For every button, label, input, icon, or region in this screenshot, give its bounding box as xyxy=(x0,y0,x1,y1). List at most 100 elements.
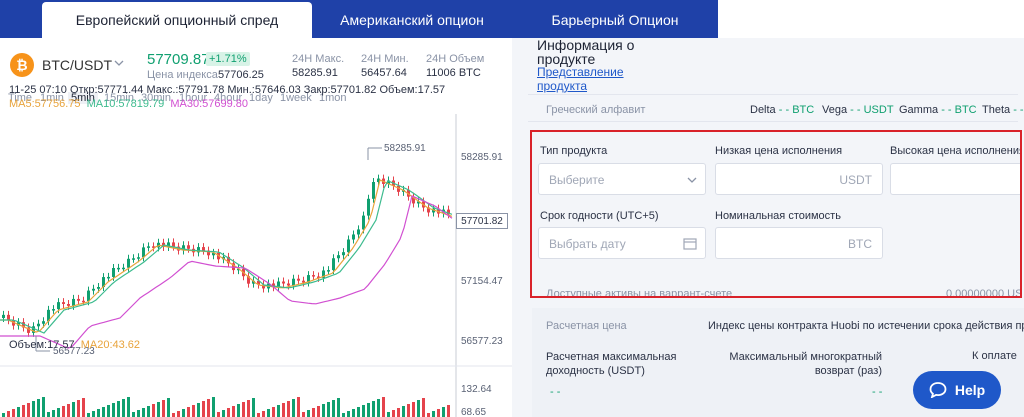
volume-bar xyxy=(122,399,125,417)
candle-body xyxy=(302,280,305,283)
volume-bar xyxy=(307,410,310,417)
volume-bar xyxy=(402,406,405,417)
volume-bar xyxy=(222,410,225,417)
volume-bar xyxy=(342,413,345,417)
volume-bar xyxy=(62,406,65,417)
ma30-line xyxy=(0,195,453,349)
volume-bar xyxy=(67,404,70,417)
product-info-title: Информация о продукте xyxy=(537,37,635,67)
volume-bar xyxy=(367,403,370,417)
volume-bar xyxy=(132,412,135,417)
volume-bar xyxy=(12,409,15,417)
candle-body xyxy=(297,278,300,281)
ma10-line xyxy=(0,180,453,334)
volume-bar xyxy=(377,399,380,417)
product-type-select[interactable]: Выберите xyxy=(538,163,706,195)
candle-body xyxy=(57,302,60,310)
volume-bar xyxy=(247,400,250,417)
volume-bar xyxy=(37,399,40,417)
volume-bar xyxy=(282,403,285,417)
volume-bar xyxy=(142,408,145,417)
volume-bar xyxy=(432,411,435,417)
volume-bar xyxy=(237,404,240,417)
candle-body xyxy=(127,258,130,268)
volume-bar xyxy=(232,406,235,417)
volume-bar xyxy=(187,407,190,417)
available-assets-label: Доступные активы на варрант-счете xyxy=(546,288,733,298)
greek-name: Theta xyxy=(982,104,1011,116)
greek-value: - - xyxy=(1013,104,1024,116)
high-price-marker: 58285.91 xyxy=(384,143,426,154)
nominal-unit: BTC xyxy=(848,237,872,251)
tab-european-spread[interactable]: Европейский опционный спред xyxy=(42,2,312,38)
volume-bar xyxy=(257,413,260,417)
candle-body xyxy=(77,298,80,301)
volume-bar xyxy=(87,413,90,417)
help-button[interactable]: Help xyxy=(913,371,1001,409)
high-strike-input[interactable] xyxy=(890,163,1020,195)
candle-body xyxy=(287,283,290,286)
volume-bar xyxy=(2,413,5,417)
low-strike-input[interactable]: USDT xyxy=(715,163,883,195)
volume-bar xyxy=(372,401,375,417)
nominal-label: Номинальная стоимость xyxy=(715,210,841,222)
tab-american-option[interactable]: Американский опцион xyxy=(312,2,512,38)
volume-bar xyxy=(17,407,20,417)
candle-body xyxy=(332,258,335,271)
volume-bar xyxy=(267,409,270,417)
volume-bar xyxy=(47,412,50,417)
product-type-placeholder: Выберите xyxy=(549,173,605,187)
volume-bar xyxy=(22,405,25,417)
candle-body xyxy=(52,309,55,311)
volume-bar xyxy=(387,412,390,417)
last-price-marker: 57701.82 xyxy=(456,213,508,229)
candle-body xyxy=(367,198,370,216)
candle-body xyxy=(132,258,135,260)
ma-legend: MA5:57756.75 MA10:57819.79 MA30:57699.80 xyxy=(9,98,248,110)
candle-body xyxy=(137,257,140,259)
ohlc-readout: 11-25 07:10 Откр:57771.44 Макс.:57791.78… xyxy=(9,84,446,96)
tab-barrier-option[interactable]: Барьерный Опцион xyxy=(512,2,718,38)
volume-bar xyxy=(357,407,360,417)
volume-value: Объем:17.57 xyxy=(9,339,75,351)
volume-bar xyxy=(162,400,165,417)
low-strike-label: Низкая цена исполнения xyxy=(715,145,843,157)
candle-body xyxy=(92,288,95,291)
volume-bar xyxy=(152,404,155,417)
volume-bar xyxy=(262,411,265,417)
volume-bar xyxy=(252,398,255,417)
candle-body xyxy=(147,246,150,248)
volume-bar xyxy=(32,401,35,417)
candle-body xyxy=(187,245,190,249)
nominal-input[interactable]: BTC xyxy=(715,227,883,259)
max-return-value: - - xyxy=(872,386,883,398)
volume-bar xyxy=(447,405,450,417)
candle-body xyxy=(347,239,350,253)
volume-bar xyxy=(242,402,245,417)
price-axis-tick: 58285.91 xyxy=(461,152,503,163)
volume-bar xyxy=(97,409,100,417)
candle-body xyxy=(372,182,375,199)
greek-name: Delta xyxy=(750,104,776,116)
candle-body xyxy=(37,323,40,327)
low-strike-unit: USDT xyxy=(839,173,872,187)
expiry-placeholder: Выбрать дату xyxy=(549,237,626,251)
price-axis-tick: 56577.23 xyxy=(461,336,503,347)
expiry-date-picker[interactable]: Выбрать дату xyxy=(538,227,706,259)
chat-bubble-icon xyxy=(929,382,947,398)
candle-body xyxy=(282,281,285,284)
volume-bar xyxy=(127,397,130,417)
candle-body xyxy=(117,267,120,270)
candle-body xyxy=(82,300,85,303)
volume-bar xyxy=(382,397,385,417)
volume-bar xyxy=(202,401,205,417)
volume-bar xyxy=(347,411,350,417)
candle-body xyxy=(202,247,205,251)
volume-bar xyxy=(7,411,10,417)
greek-value: - - USDT xyxy=(850,104,894,116)
candle-body xyxy=(67,304,70,306)
expiry-label: Срок годности (UTC+5) xyxy=(540,210,659,222)
chevron-down-icon xyxy=(687,177,697,183)
product-overview-link[interactable]: Представление продукта xyxy=(537,65,647,93)
volume-bar xyxy=(317,406,320,417)
